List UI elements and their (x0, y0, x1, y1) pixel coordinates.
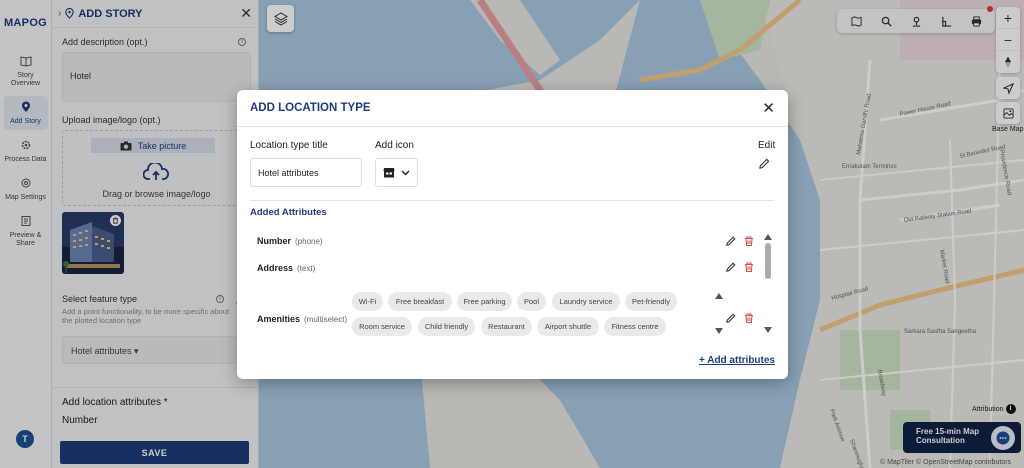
modal-header: ADD LOCATION TYPE ✕ (237, 90, 788, 127)
edit-icon[interactable] (759, 158, 770, 169)
trash-icon[interactable] (744, 236, 754, 247)
amenity-chip[interactable]: Child friendly (418, 317, 475, 336)
scroll-down-icon[interactable] (764, 327, 772, 333)
amenity-chip[interactable]: Pool (517, 292, 546, 311)
attribute-row-address: Address (text) (257, 263, 315, 273)
trash-icon[interactable] (744, 262, 754, 273)
attribute-row-amenities: Amenities (multiselect) (257, 314, 347, 324)
attribute-name: Number (257, 236, 292, 246)
attribute-type: (text) (297, 264, 316, 273)
add-attributes-link[interactable]: + Add attributes (699, 355, 775, 366)
amenity-chip[interactable]: Pet-friendly (625, 292, 677, 311)
divider (250, 200, 774, 201)
added-attributes-heading: Added Attributes (250, 207, 327, 218)
icon-select[interactable] (375, 158, 418, 187)
edit-icon[interactable] (726, 236, 736, 246)
attribute-type: (phone) (295, 237, 323, 246)
amenity-chip[interactable]: Wi-Fi (352, 292, 383, 311)
add-icon-label: Add icon (375, 140, 414, 151)
attribute-type: (multiselect) (304, 315, 348, 324)
attribute-name: Amenities (257, 314, 301, 324)
amenity-chip[interactable]: Airport shuttle (537, 317, 599, 336)
amenity-chip[interactable]: Free parking (457, 292, 512, 311)
edit-icon[interactable] (726, 313, 736, 323)
amenity-chip[interactable]: Restaurant (481, 317, 532, 336)
scrollbar-thumb[interactable] (765, 243, 771, 279)
attribute-row-number: Number (phone) (257, 236, 323, 246)
chips-scroll-down-icon[interactable] (715, 328, 723, 334)
trash-icon[interactable] (744, 313, 754, 324)
chevron-down-icon (401, 170, 410, 176)
close-icon[interactable]: ✕ (762, 99, 775, 117)
add-location-type-modal: ADD LOCATION TYPE ✕ Location type title … (237, 90, 788, 379)
amenity-chip[interactable]: Fitness centre (604, 317, 666, 336)
attribute-name: Address (257, 263, 294, 273)
edit-icon[interactable] (726, 262, 736, 272)
chips-scroll-up-icon[interactable] (715, 293, 723, 299)
type-title-label: Location type title (250, 140, 328, 151)
store-icon (383, 167, 395, 178)
type-title-input[interactable]: Hotel attributes (250, 158, 362, 187)
amenity-chip[interactable]: Room service (352, 317, 412, 336)
edit-label: Edit (758, 140, 776, 151)
scroll-up-icon[interactable] (764, 234, 772, 240)
amenity-chip[interactable]: Laundry service (552, 292, 620, 311)
modal-title: ADD LOCATION TYPE (250, 102, 371, 114)
amenity-chip[interactable]: Free breakfast (388, 292, 452, 311)
